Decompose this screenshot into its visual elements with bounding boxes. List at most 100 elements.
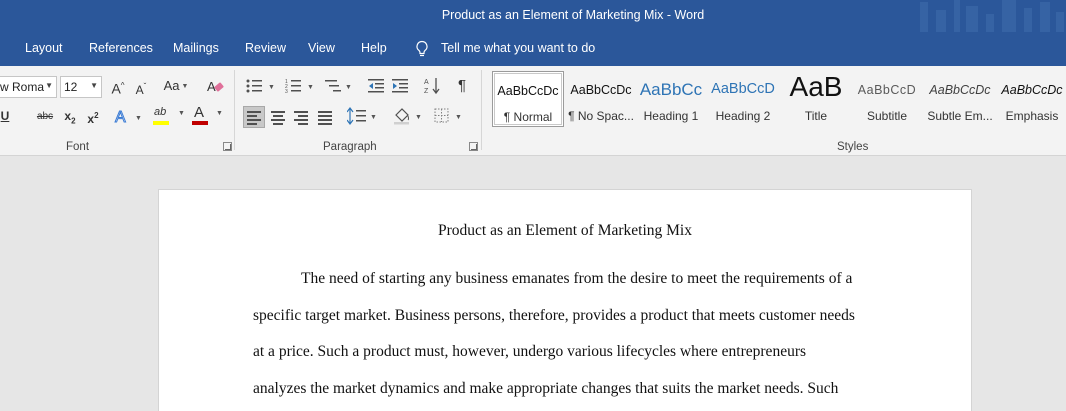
change-case-label: Aa [163,78,180,93]
style-sample: AaBbCcD [711,81,775,97]
highlight-button[interactable]: ab ▼ [152,106,186,126]
style-name: Heading 2 [715,109,771,123]
style-title[interactable]: AaB Title [783,71,849,127]
style-no-spacing[interactable]: AaBbCcDc ¶ No Spac... [566,71,636,127]
document-line[interactable]: specific target market. Business persons… [253,307,855,325]
highlight-swatch [153,121,169,125]
align-left-button[interactable] [243,106,265,128]
style-name: Heading 1 [643,109,699,123]
style-emphasis[interactable]: AaBbCcDc Emphasis [998,71,1066,127]
font-dialog-launcher[interactable] [223,142,232,151]
tab-review[interactable]: Review [245,41,286,55]
font-name-value: w Roma [0,80,45,94]
font-group-label: Font [66,141,90,153]
underline-button[interactable]: U [0,106,12,126]
align-right-icon[interactable] [294,111,308,127]
title-bar: Product as an Element of Marketing Mix -… [0,0,1066,32]
font-size-value: 12 [64,80,78,94]
tab-layout[interactable]: Layout [25,41,63,55]
grow-font-label: A [111,80,121,97]
paragraph-dialog-launcher[interactable] [469,142,478,151]
font-color-swatch [192,121,208,125]
chevron-down-icon: ▼ [45,81,53,90]
style-heading-2[interactable]: AaBbCcD Heading 2 [711,71,775,127]
svg-text:▼: ▼ [307,84,314,91]
document-line[interactable]: at a price. Such a product must, however… [253,343,806,361]
decrease-indent-icon[interactable] [368,78,386,94]
chevron-down-icon: ▼ [216,110,223,117]
style-sample: AaBbCcDc [497,84,559,98]
grow-font-button[interactable]: A^ [110,76,126,97]
tab-mailings[interactable]: Mailings [173,41,219,55]
svg-text:▼: ▼ [370,114,377,121]
borders-icon[interactable]: ▼ [434,107,466,125]
sort-icon[interactable]: A Z [424,76,442,96]
svg-text:3: 3 [285,89,288,94]
svg-text:▼: ▼ [345,84,352,91]
tab-help[interactable]: Help [361,41,387,55]
multilevel-list-icon[interactable]: ▼ [325,78,355,94]
align-center-icon[interactable] [271,111,285,127]
superscript-button[interactable]: x2 [84,106,102,126]
style-sample: AaBbCcD [857,83,917,97]
document-line[interactable]: The need of starting any business emanat… [301,270,852,288]
style-name: ¶ No Spac... [568,109,634,123]
change-case-button[interactable]: Aa ▼ [162,76,190,96]
style-normal[interactable]: AaBbCcDc ¶ Normal [492,71,564,127]
styles-group-label: Styles [837,141,869,153]
bullets-icon[interactable]: ▼ [246,78,276,94]
line-spacing-icon[interactable]: ▼ [347,107,379,125]
highlight-label: ab [154,106,167,118]
svg-text:Z: Z [424,88,429,95]
subscript-button[interactable]: x2 [61,106,79,126]
document-title[interactable]: Product as an Element of Marketing Mix [158,222,972,240]
style-name: Subtitle [866,109,908,123]
font-color-label: A [194,104,205,121]
style-name: Emphasis [1005,109,1059,123]
shrink-font-button[interactable]: Aˇ [133,77,149,97]
paragraph-group-label: Paragraph [323,141,377,153]
show-hide-marks-button[interactable]: ¶ [454,76,470,96]
style-sample: AaBbCcDc [570,83,632,97]
shrink-font-label: A [135,83,144,97]
chevron-down-icon: ▼ [90,81,98,90]
document-line[interactable]: analyzes the market dynamics and make ap… [253,380,838,398]
shading-icon[interactable]: ▼ [393,107,425,125]
style-sample: AaBbCcDc [929,83,991,97]
align-left-icon [247,111,261,127]
font-name-combo[interactable]: w Roma ▼ [0,76,57,98]
group-divider [234,70,235,150]
style-subtle-emphasis[interactable]: AaBbCcDc Subtle Em... [925,71,995,127]
strikethrough-button[interactable]: abc [34,107,56,127]
style-name: Title [804,109,828,123]
lightbulb-icon[interactable] [414,40,430,58]
style-heading-1[interactable]: AaBbCc Heading 1 [639,71,703,127]
svg-text:▼: ▼ [415,114,422,121]
svg-text:▼: ▼ [135,115,142,122]
group-divider [481,70,482,150]
numbering-icon[interactable]: 1 2 3 ▼ [285,78,317,94]
svg-text:A: A [207,79,216,94]
increase-indent-icon[interactable] [392,78,410,94]
justify-icon[interactable] [318,111,332,127]
svg-text:▼: ▼ [268,84,275,91]
style-sample: AaBbCcDc [1001,83,1063,97]
tab-references[interactable]: References [89,41,153,55]
svg-text:A: A [115,109,126,125]
tell-me-search[interactable]: Tell me what you want to do [441,41,595,55]
svg-text:▼: ▼ [455,114,462,121]
text-effects-icon[interactable]: A ▼ [113,107,147,126]
tab-view[interactable]: View [308,41,335,55]
style-name: ¶ Normal [503,110,553,124]
font-size-combo[interactable]: 12 ▼ [60,76,102,98]
svg-text:A: A [424,79,429,86]
style-subtitle[interactable]: AaBbCcD Subtitle [855,71,919,127]
styles-gallery: AaBbCcDc ¶ Normal AaBbCcDc ¶ No Spac... … [491,71,1066,127]
style-name: Subtle Em... [927,109,993,123]
font-color-button[interactable]: A ▼ [192,104,226,126]
clear-formatting-icon[interactable]: A [207,78,225,94]
style-sample: AaBbCc [639,80,703,99]
style-sample: AaB [789,71,843,102]
chevron-down-icon: ▼ [178,110,185,117]
title-bar-decoration [906,0,1066,32]
